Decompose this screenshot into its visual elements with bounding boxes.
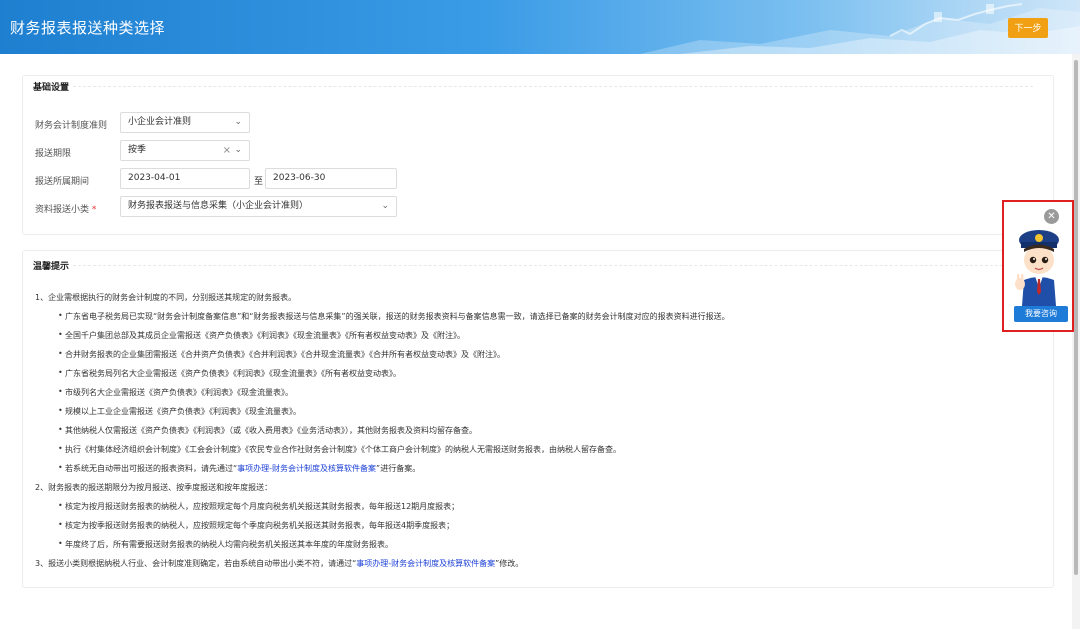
tip-bullet: 执行《村集体经济组织会计制度》《工会会计制度》《农民专业合作社财务会计制度》《个… — [58, 444, 621, 455]
date-range-separator: 至 — [254, 177, 264, 187]
tip-bullet: 市级列名大企业需报送《资产负债表》《利润表》《现金流量表》。 — [58, 387, 293, 398]
tip-bullet: 广东省电子税务局已实现“财务会计制度备案信息”和“财务报表报送与信息采集”的强关… — [58, 311, 730, 322]
tips-title: 温馨提示 — [31, 259, 1034, 272]
required-mark: * — [91, 205, 97, 215]
tip-bullet: 核定为按月报送财务报表的纳税人，应按照规定每个月度向税务机关报送其财务报表，每年… — [58, 501, 459, 512]
tip-paragraph-1: 1、企业需根据执行的财务会计制度的不同，分别报送其规定的财务报表。 — [35, 293, 297, 302]
subclass-label: 资料报送小类 * — [35, 205, 97, 215]
basic-settings-panel: 基础设置 财务会计制度准则 小企业会计准则 ⌄ 报送期限 按季 × ⌄ 报送所属… — [22, 75, 1054, 235]
date-range-label: 报送所属期间 — [35, 177, 90, 187]
tip-bullet: 核定为按季报送财务报表的纳税人，应按照规定每个季度向税务机关报送其财务报表，每年… — [58, 520, 454, 531]
filing-link[interactable]: 事项办理-财务会计制度及核算软件备案 — [237, 464, 376, 473]
chevron-down-icon: ⌄ — [234, 117, 242, 127]
subclass-select[interactable]: 财务报表报送与信息采集（小企业会计准则） ⌄ — [120, 196, 397, 217]
tip-bullet: 全国千户集团总部及其成员企业需报送《资产负债表》《利润表》《现金流量表》《所有者… — [58, 330, 465, 341]
chevron-down-icon: ⌄ — [381, 201, 389, 211]
start-date-input[interactable]: 2023-04-01 — [120, 168, 250, 189]
tax-officer-avatar-icon — [1015, 230, 1059, 306]
tip-paragraph-3: 3、报送小类则根据纳税人行业、会计制度准则确定，若由系统自动带出小类不符，请通过… — [35, 559, 524, 568]
tips-panel: 温馨提示 1、企业需根据执行的财务会计制度的不同，分别报送其规定的财务报表。 广… — [22, 250, 1054, 588]
clear-icon[interactable]: × — [223, 141, 231, 160]
scrollbar-thumb[interactable] — [1074, 60, 1078, 575]
accounting-standard-select[interactable]: 小企业会计准则 ⌄ — [120, 112, 250, 133]
accounting-standard-value: 小企业会计准则 — [128, 117, 192, 127]
end-date-input[interactable]: 2023-06-30 — [265, 168, 397, 189]
consult-button[interactable]: 我要咨询 — [1014, 306, 1068, 322]
basic-settings-title: 基础设置 — [31, 80, 1034, 93]
filing-link[interactable]: 事项办理-财务会计制度及核算软件备案 — [356, 559, 495, 568]
period-value: 按季 — [128, 145, 147, 155]
tip-bullet: 年度终了后，所有需要报送财务报表的纳税人均需向税务机关报送其本年度的年度财务报表… — [58, 539, 393, 550]
page-title: 财务报表报送种类选择 — [10, 19, 166, 37]
accounting-standard-label: 财务会计制度准则 — [35, 121, 108, 131]
period-label: 报送期限 — [35, 149, 72, 159]
next-step-button[interactable]: 下一步 — [1008, 18, 1048, 38]
tip-bullet: 其他纳税人仅需报送《资产负债表》《利润表》（或《收入费用表》《业务活动表》），其… — [58, 425, 477, 436]
period-select[interactable]: 按季 × ⌄ — [120, 140, 250, 161]
tip-bullet: 广东省税务局列名大企业需报送《资产负债表》《利润表》《现金流量表》《所有者权益变… — [58, 368, 401, 379]
chevron-down-icon: ⌄ — [234, 145, 242, 155]
subclass-value: 财务报表报送与信息采集（小企业会计准则） — [128, 201, 309, 211]
tip-paragraph-2: 2、财务报表的报送期限分为按月报送、按季度报送和按年度报送： — [35, 483, 273, 492]
page-header: 财务报表报送种类选择 下一步 — [0, 0, 1080, 54]
tip-bullet: 若系统无自动带出可报送的报表资料，请先通过“事项办理-财务会计制度及核算软件备案… — [58, 463, 420, 474]
tip-bullet: 规模以上工业企业需报送《资产负债表》《利润表》《现金流量表》。 — [58, 406, 301, 417]
tip-bullet: 合并财务报表的企业集团需报送《合并资产负债表》《合并利润表》《合并现金流量表》《… — [58, 349, 505, 360]
